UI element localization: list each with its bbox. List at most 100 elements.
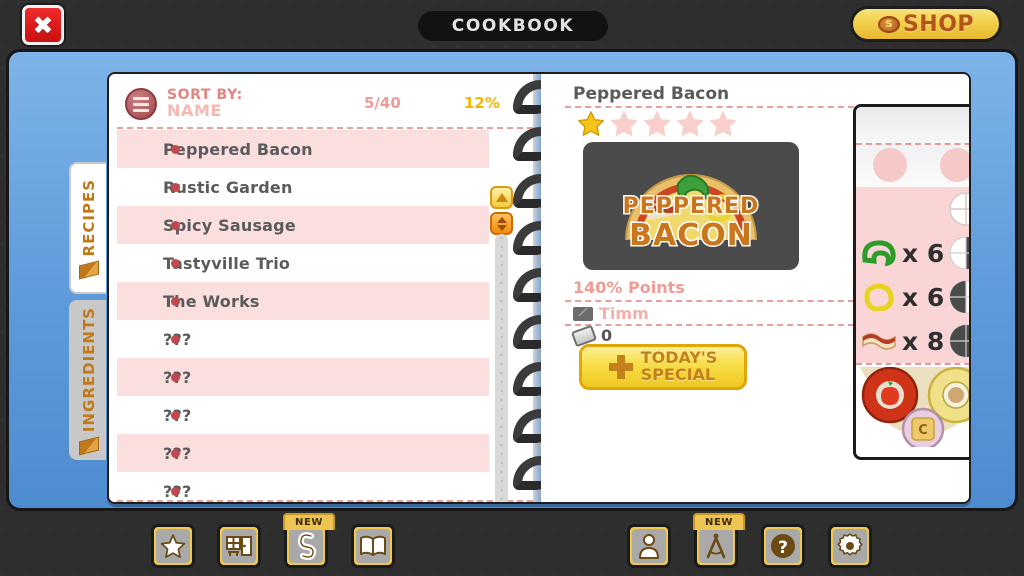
open-book-icon: [356, 529, 390, 563]
ingredient-qty: x 6: [902, 282, 945, 312]
recipe-list-item[interactable]: Spicy Sausage: [117, 206, 489, 244]
bacon-icon: [860, 329, 898, 353]
top-bar: ✖ COOKBOOK S SHOP: [0, 0, 1024, 49]
recipe-bullet-icon: [171, 448, 180, 458]
sort-list-icon[interactable]: [125, 88, 157, 120]
shop-desk-button[interactable]: [217, 524, 261, 568]
new-badge: NEW: [693, 513, 745, 530]
ingredient-qty: x 8: [902, 326, 945, 356]
recipe-name: Peppered Bacon: [163, 139, 313, 159]
ingredient-row: x 6: [856, 231, 969, 275]
divider-top: [117, 127, 533, 129]
star-empty-icon: [644, 111, 670, 136]
recipe-count: 5/40: [364, 94, 401, 112]
person-icon: [632, 529, 666, 563]
cookbook-spread: SORT BY: NAME 5/40 12% Peppered Bacon Rus…: [107, 72, 971, 504]
bake-indicator-icon: [949, 192, 969, 226]
recipe-bullet-icon: [171, 486, 180, 496]
author-row: Timm: [573, 304, 649, 323]
photo-label-line1: PEPPERED: [621, 193, 760, 221]
mail-icon: [573, 306, 593, 321]
sidebar-tab-ingredients-label: INGREDIENTS: [79, 307, 98, 433]
card-count: 0: [601, 326, 613, 345]
ingredient-divider: [856, 143, 969, 145]
recipe-bullet-icon: [171, 410, 180, 420]
page-title: COOKBOOK: [418, 11, 608, 41]
recipe-name: Spicy Sausage: [163, 215, 296, 235]
right-page: Peppered Bacon PEPPERED BACON 140% Point…: [541, 74, 969, 502]
sticker-s-icon: [289, 529, 323, 563]
scroll-thumb-icon[interactable]: [490, 212, 513, 235]
tools-button[interactable]: NEW: [693, 513, 745, 568]
recipe-bullet-icon: [171, 220, 180, 230]
bake-indicator-icon: [949, 236, 969, 270]
scroll-up-arrow-icon[interactable]: [490, 186, 513, 209]
sticker-button[interactable]: NEW: [283, 513, 335, 568]
plus-icon: [608, 355, 633, 379]
empty-slot-icon: [939, 148, 969, 182]
ingredient-row: x 6: [856, 275, 969, 319]
star-empty-icon: [611, 111, 637, 136]
book-button[interactable]: [351, 524, 395, 568]
sidebar-tab-ingredients[interactable]: INGREDIENTS: [69, 300, 106, 460]
recipe-list-item[interactable]: The Works: [117, 282, 489, 320]
recipes-tab-icon: [78, 260, 99, 280]
ingredient-empty-slot-row: [856, 143, 969, 187]
compass-icon: [699, 529, 733, 563]
scrollbar-track[interactable]: [495, 234, 508, 502]
recipe-photo: PEPPERED BACON: [583, 142, 799, 270]
empty-slot-icon: [872, 148, 907, 182]
recipe-list-item[interactable]: ???: [117, 434, 489, 472]
help-button[interactable]: ?: [761, 524, 805, 568]
recipe-list-item[interactable]: ???: [117, 472, 489, 502]
coin-icon: S: [877, 15, 900, 33]
star-button[interactable]: [151, 524, 195, 568]
svg-text:?: ?: [778, 538, 788, 558]
points-value: 140% Points: [573, 278, 685, 297]
recipe-bullet-icon: [171, 258, 180, 268]
recipe-bullet-icon: [171, 296, 180, 306]
recipe-list-item[interactable]: ???: [117, 396, 489, 434]
star-empty-icon: [710, 111, 736, 136]
recipe-bullet-icon: [171, 182, 180, 192]
ingredients-panel-header: [856, 107, 969, 143]
ingredients-panel: x 6 x 6 x 8 C: [853, 104, 969, 460]
yellow-pepper-icon: [860, 283, 898, 311]
recipe-list-item[interactable]: Tastyville Trio: [117, 244, 489, 282]
author-name: Timm: [599, 304, 649, 323]
gear-icon: [833, 529, 867, 563]
recipe-list-item[interactable]: Peppered Bacon: [117, 130, 489, 168]
left-page: SORT BY: NAME 5/40 12% Peppered Bacon Rus…: [109, 74, 541, 502]
bottom-toolbar: NEW START NEW?: [0, 511, 1024, 576]
question-mark-icon: ?: [766, 529, 800, 563]
close-button[interactable]: ✖: [22, 5, 64, 45]
shop-button[interactable]: S SHOP: [850, 6, 1002, 42]
todays-special-button[interactable]: TODAY'S SPECIAL: [579, 344, 747, 390]
recipe-bullet-icon: [171, 334, 180, 344]
settings-button[interactable]: [828, 524, 872, 568]
star-empty-icon: [677, 111, 703, 136]
close-icon: ✖: [32, 10, 54, 40]
recipe-name: Rustic Garden: [163, 177, 293, 197]
recipe-list-item[interactable]: Rustic Garden: [117, 168, 489, 206]
recipe-list-item[interactable]: ???: [117, 358, 489, 396]
ingredient-empty-row: [856, 187, 969, 231]
recipe-name: Tastyville Trio: [163, 253, 291, 273]
new-badge: NEW: [283, 513, 335, 530]
card-row: 0: [570, 324, 613, 347]
photo-label-line2: BACON: [628, 217, 754, 255]
bake-indicator-icon: [949, 280, 969, 314]
customer-button[interactable]: [627, 524, 671, 568]
base-ingredients-row: C: [856, 363, 969, 457]
todays-special-label: TODAY'S SPECIAL: [640, 349, 718, 384]
recipe-scrollbar[interactable]: [490, 186, 513, 502]
sort-text: SORT BY: NAME: [167, 88, 243, 119]
recipe-list-item[interactable]: ???: [117, 320, 489, 358]
sidebar-tab-recipes[interactable]: RECIPES: [69, 162, 106, 294]
todays-special-line2: SPECIAL: [640, 365, 716, 384]
bake-indicator-icon: [949, 324, 969, 358]
star-rating: [577, 110, 737, 138]
ingredients-tab-icon: [78, 436, 99, 456]
recipe-list[interactable]: Peppered Bacon Rustic Garden Spicy Sausage…: [117, 130, 489, 502]
cookbook-screen: ✖ COOKBOOK S SHOP RECIPES INGREDIENTS SO…: [0, 0, 1024, 576]
